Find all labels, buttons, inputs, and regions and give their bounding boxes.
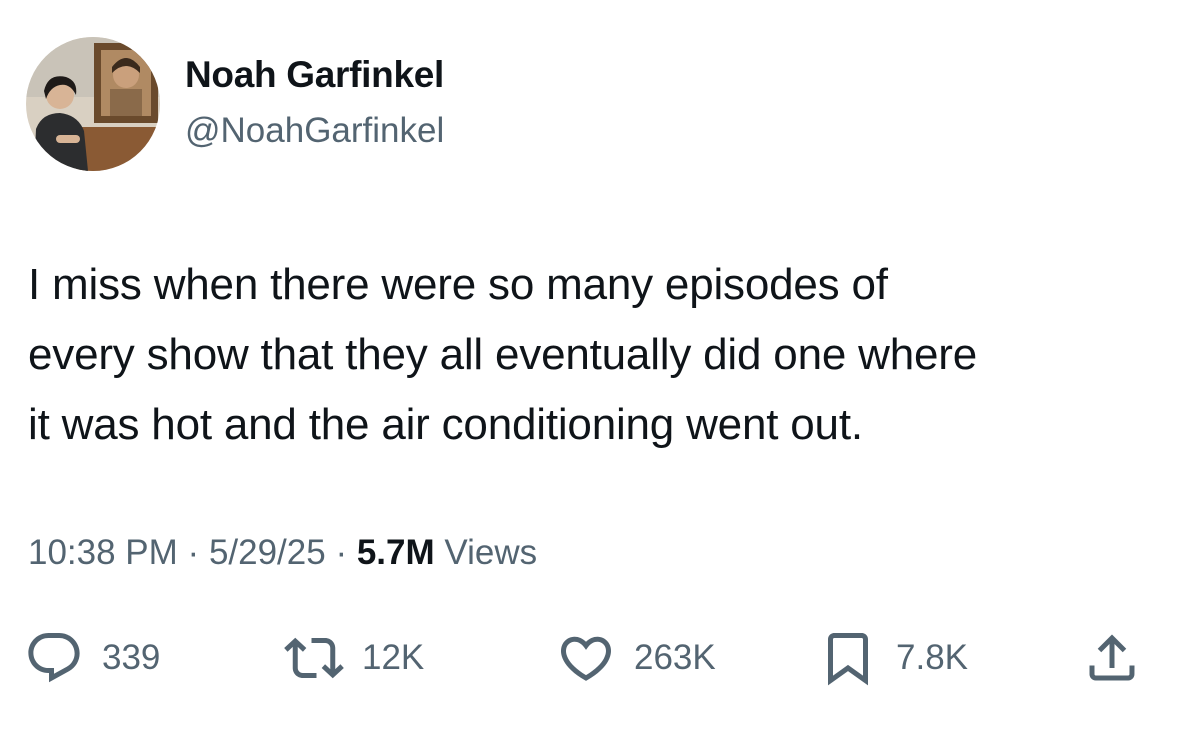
- views-count[interactable]: 5.7M: [357, 533, 435, 572]
- tweet-text: I miss when there were so many episodes …: [28, 250, 1158, 460]
- tweet-time[interactable]: 10:38 PM: [28, 533, 178, 572]
- like-button[interactable]: 263K: [556, 625, 716, 691]
- views-label[interactable]: Views: [444, 533, 537, 572]
- avatar[interactable]: [26, 37, 160, 171]
- bookmark-count: 7.8K: [896, 638, 968, 677]
- share-button[interactable]: [1082, 625, 1142, 691]
- avatar-image: [26, 37, 160, 171]
- tweet-meta: 10:38 PM · 5/29/25 · 5.7M Views: [28, 533, 537, 573]
- reply-count: 339: [102, 638, 161, 677]
- share-icon: [1089, 634, 1135, 681]
- like-count: 263K: [634, 638, 716, 677]
- meta-separator: ·: [335, 533, 348, 572]
- tweet-text-line: I miss when there were so many episodes …: [28, 260, 888, 309]
- bookmark-button[interactable]: 7.8K: [818, 625, 968, 691]
- tweet-date[interactable]: 5/29/25: [209, 533, 326, 572]
- tweet-text-line: every show that they all eventually did …: [28, 330, 977, 379]
- heart-icon: [560, 636, 612, 681]
- bookmark-icon: [828, 633, 868, 686]
- retweet-count: 12K: [362, 638, 425, 677]
- meta-separator: ·: [187, 533, 200, 572]
- tweet-actions: 339 12K 263K 7.8K: [0, 625, 1179, 691]
- author-display-name[interactable]: Noah Garfinkel: [185, 54, 444, 96]
- retweet-button[interactable]: 12K: [284, 625, 424, 691]
- tweet-text-line: it was hot and the air conditioning went…: [28, 400, 863, 449]
- retweet-icon: [284, 637, 344, 679]
- reply-button[interactable]: 339: [24, 625, 160, 691]
- reply-icon: [28, 633, 80, 683]
- author-handle[interactable]: @NoahGarfinkel: [185, 111, 444, 151]
